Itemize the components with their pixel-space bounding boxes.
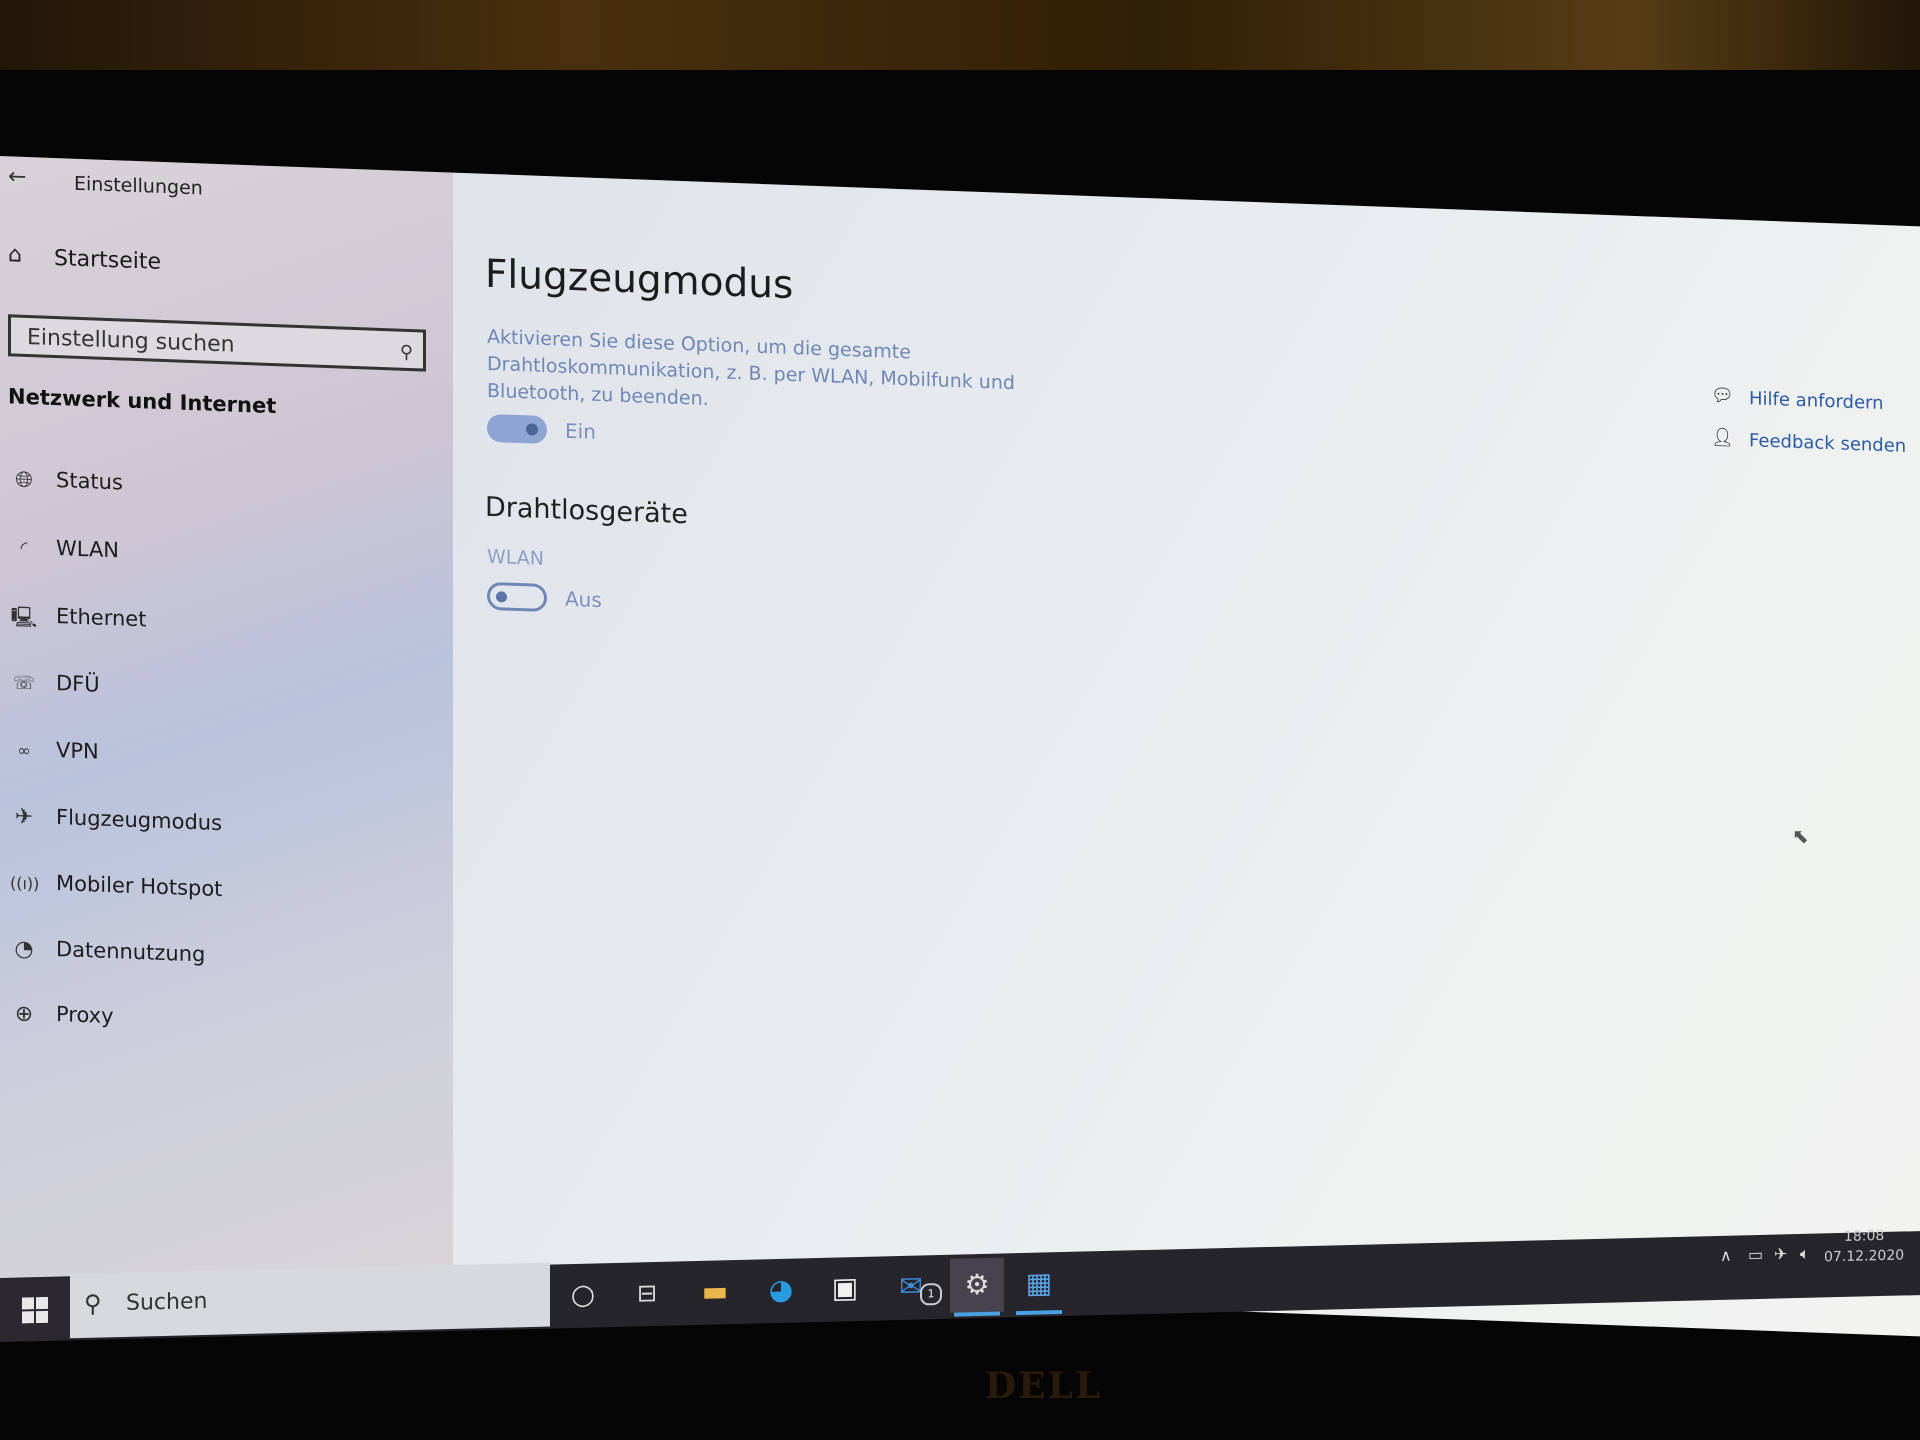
airplane-icon: ✈︎ xyxy=(14,804,34,831)
clock-time: 18:08 xyxy=(1843,1227,1885,1245)
sidebar-item-datennutzung[interactable]: ◔ Datennutzung xyxy=(0,927,440,987)
arrow-left-icon: ← xyxy=(8,164,27,190)
cortana-circle-icon: ○ xyxy=(570,1277,596,1312)
clock-date: 07.12.2020 xyxy=(1824,1247,1905,1266)
hotspot-icon: ((ı)) xyxy=(10,873,40,894)
calculator-icon: ▦ xyxy=(1025,1266,1053,1300)
globe-status-icon: 🌐︎ xyxy=(15,467,33,494)
sidebar-item-label: Proxy xyxy=(56,1002,114,1029)
mail-badge: 1 xyxy=(920,1282,942,1306)
taskbar-search-placeholder: Suchen xyxy=(126,1288,208,1316)
wireless-devices-heading: Drahtlosgeräte xyxy=(485,491,688,531)
settings-search-input[interactable]: Einstellung suchen ⚲ xyxy=(8,314,426,372)
start-button[interactable] xyxy=(0,1278,70,1342)
sidebar-item-wlan[interactable]: ◜ WLAN xyxy=(0,526,440,586)
cortana-button[interactable]: ○ xyxy=(556,1267,610,1322)
sidebar-item-label: WLAN xyxy=(56,536,120,563)
toggle-knob xyxy=(496,591,507,603)
wifi-icon: ◜ xyxy=(20,537,28,560)
vpn-icon: ∞ xyxy=(17,740,31,761)
sidebar-item-label: Status xyxy=(56,468,123,495)
airplane-toggle-label: Ein xyxy=(565,418,596,444)
sidebar-item-mobiler-hotspot[interactable]: ((ı)) Mobiler Hotspot xyxy=(0,861,440,921)
wlan-device-label: WLAN xyxy=(487,545,545,570)
gear-icon: ⚙︎ xyxy=(964,1267,990,1302)
sidebar-item-flugzeugmodus[interactable]: ✈︎ Flugzeugmodus xyxy=(0,795,440,855)
main-content: Flugzeugmodus Aktivieren Sie diese Optio… xyxy=(453,172,1920,1337)
search-icon: ⚲ xyxy=(84,1289,102,1318)
calculator-button[interactable]: ▦ xyxy=(1012,1256,1066,1311)
dell-bezel-logo: DELL xyxy=(985,1365,1103,1407)
sidebar-item-label: Mobiler Hotspot xyxy=(56,871,223,902)
sidebar-home[interactable]: ⌂ Startseite xyxy=(0,236,440,296)
sidebar-item-label: Datennutzung xyxy=(56,937,206,967)
mail-button[interactable]: ✉︎ 1 xyxy=(884,1259,942,1314)
airplane-tray-icon[interactable]: ✈︎ xyxy=(1774,1244,1787,1263)
home-icon: ⌂ xyxy=(8,242,22,268)
task-view-button[interactable]: ⊟ xyxy=(620,1266,674,1321)
feedback-link-label: Feedback senden xyxy=(1749,430,1907,457)
sidebar-item-label: Ethernet xyxy=(56,604,147,632)
store-button[interactable]: ▣ xyxy=(818,1261,872,1316)
sidebar-item-status[interactable]: 🌐︎ Status xyxy=(0,458,440,518)
tray-chevron-up-icon[interactable]: ∧ xyxy=(1720,1246,1732,1265)
help-link[interactable]: 💬︎ Hilfe anfordern xyxy=(1711,383,1911,420)
sidebar-item-label: Flugzeugmodus xyxy=(56,805,223,836)
feedback-link[interactable]: 👤︎ Feedback senden xyxy=(1711,425,1911,462)
taskbar-search-box[interactable]: ⚲ Suchen xyxy=(70,1262,550,1339)
search-icon[interactable]: ⚲ xyxy=(400,342,413,363)
edge-icon: ◕ xyxy=(768,1272,794,1307)
feedback-icon: 👤︎ xyxy=(1711,426,1734,449)
taskbar-clock[interactable]: 18:08 07.12.2020 xyxy=(1824,1225,1904,1267)
window-title: Einstellungen xyxy=(74,172,203,200)
sidebar-item-ethernet[interactable]: 🖳︎ Ethernet xyxy=(0,594,440,654)
settings-taskbar-button[interactable]: ⚙︎ xyxy=(950,1257,1004,1313)
sidebar: ← Einstellungen ⌂ Startseite Einstellung… xyxy=(0,156,453,1303)
battery-icon[interactable]: ▭ xyxy=(1748,1245,1763,1264)
section-title: Netzwerk und Internet xyxy=(8,384,277,419)
page-title: Flugzeugmodus xyxy=(485,251,794,309)
globe-icon: ⊕ xyxy=(14,1001,34,1028)
home-label: Startseite xyxy=(54,245,162,275)
mouse-cursor-icon: ⬉ xyxy=(1792,824,1809,848)
search-placeholder: Einstellung suchen xyxy=(27,324,235,358)
volume-icon[interactable]: 🔈︎ xyxy=(1800,1244,1810,1264)
toggle-knob xyxy=(526,423,538,436)
sidebar-item-vpn[interactable]: ∞ VPN xyxy=(0,728,440,788)
dial-up-icon: ☏ xyxy=(12,672,36,695)
back-button[interactable]: ← xyxy=(8,164,26,190)
background-glow xyxy=(0,0,1920,70)
windows-logo-icon xyxy=(22,1296,48,1324)
ethernet-icon: 🖳︎ xyxy=(10,604,38,630)
airplane-mode-toggle[interactable] xyxy=(487,413,547,445)
sidebar-item-label: DFÜ xyxy=(56,671,100,697)
file-explorer-button[interactable]: ▬ xyxy=(688,1264,742,1319)
help-chat-icon: 💬︎ xyxy=(1711,384,1734,407)
help-link-label: Hilfe anfordern xyxy=(1749,388,1884,415)
sidebar-item-dfu[interactable]: ☏ DFÜ xyxy=(0,661,440,721)
task-view-icon: ⊟ xyxy=(636,1278,658,1308)
wlan-toggle-label: Aus xyxy=(565,586,602,613)
airplane-description: Aktivieren Sie diese Option, um die gesa… xyxy=(487,325,1015,410)
folder-icon: ▬ xyxy=(701,1274,729,1308)
wlan-toggle[interactable] xyxy=(487,581,547,613)
sidebar-item-label: VPN xyxy=(56,738,99,764)
edge-button[interactable]: ◕ xyxy=(754,1262,808,1317)
sidebar-item-proxy[interactable]: ⊕ Proxy xyxy=(0,992,440,1052)
data-usage-icon: ◔ xyxy=(14,936,34,963)
store-bag-icon: ▣ xyxy=(831,1271,859,1305)
